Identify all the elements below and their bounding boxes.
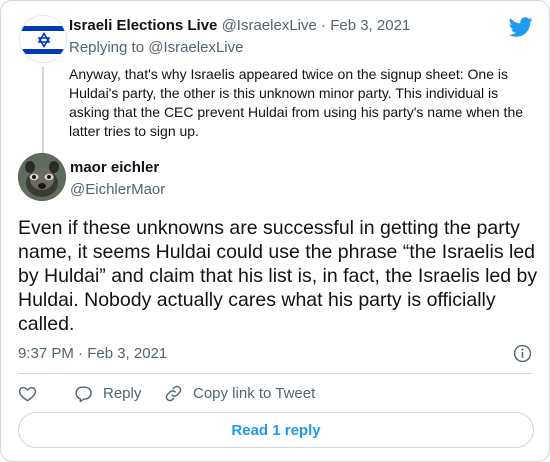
actions-divider [18, 373, 532, 374]
replying-to-label: Replying to [69, 39, 145, 56]
reply-button[interactable]: Reply [74, 384, 141, 403]
read-replies-button[interactable]: Read 1 reply [18, 412, 534, 448]
parent-tweet-text: Anyway, that's why Israelis appeared twi… [69, 66, 524, 139]
author-display-name[interactable]: maor eichler [70, 158, 159, 177]
parent-display-name[interactable]: Israeli Elections Live [69, 17, 217, 34]
parent-date[interactable]: Feb 3, 2021 [330, 17, 410, 34]
israel-flag-avatar[interactable] [19, 15, 67, 63]
parent-tweet-header: Israeli Elections Live @IsraelexLive · F… [69, 16, 410, 35]
tweet-embed-card: Israeli Elections Live @IsraelexLive · F… [0, 0, 550, 462]
twitter-bird-icon[interactable] [509, 15, 533, 39]
tweet-timestamp[interactable]: 9:37 PM · Feb 3, 2021 [18, 345, 167, 362]
author-handle[interactable]: @EichlerMaor [70, 180, 165, 199]
reply-bubble-icon [75, 386, 92, 403]
info-icon[interactable] [513, 344, 532, 363]
heart-icon [18, 386, 37, 402]
replying-to-line: Replying to @IsraelexLive [69, 38, 244, 57]
link-icon [165, 385, 182, 402]
thread-connector-line [42, 67, 44, 159]
reply-label: Reply [103, 385, 142, 402]
parent-separator: · [321, 17, 327, 34]
tweet-text: Even if these unknowns are successful in… [18, 217, 538, 335]
parent-handle[interactable]: @IsraelexLive [222, 17, 317, 34]
like-button[interactable] [18, 384, 37, 403]
copy-link-button[interactable]: Copy link to Tweet [164, 384, 315, 403]
replying-to-handle[interactable]: @IsraelexLive [148, 39, 243, 56]
copy-link-label: Copy link to Tweet [193, 385, 316, 402]
dog-photo-avatar[interactable] [18, 153, 66, 201]
